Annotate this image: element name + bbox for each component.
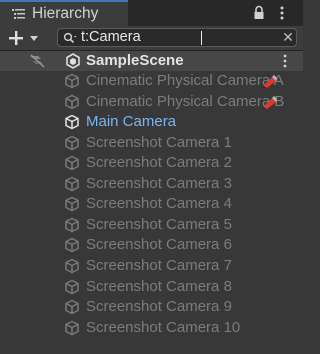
hierarchy-item[interactable]: Cinematic Physical Camera B xyxy=(0,92,303,112)
triangle-down-icon xyxy=(30,36,38,41)
hierarchy-tree: SampleScene Cinematic Physical Camera A … xyxy=(0,51,303,354)
hierarchy-item[interactable]: Screenshot Camera 4 xyxy=(0,194,303,214)
cube-icon xyxy=(65,135,79,150)
hierarchy-item[interactable]: Screenshot Camera 7 xyxy=(0,256,303,276)
hierarchy-item[interactable]: Screenshot Camera 8 xyxy=(0,277,303,297)
hierarchy-item-label: Screenshot Camera 1 xyxy=(86,133,232,151)
kebab-menu-icon[interactable] xyxy=(283,54,287,68)
cube-icon xyxy=(65,155,79,171)
close-icon[interactable]: ✕ xyxy=(281,29,295,46)
kebab-menu-icon[interactable] xyxy=(280,5,284,21)
cube-icon xyxy=(65,94,79,109)
hierarchy-item[interactable]: Screenshot Camera 5 xyxy=(0,215,303,235)
cube-icon xyxy=(65,299,79,315)
create-button[interactable] xyxy=(8,29,48,47)
scene-row[interactable]: SampleScene xyxy=(0,51,303,71)
text-caret xyxy=(201,31,202,45)
cube-icon xyxy=(65,197,79,212)
panel-title: Hierarchy xyxy=(32,5,99,22)
hierarchy-item[interactable]: Screenshot Camera 1 xyxy=(0,133,303,153)
hierarchy-item[interactable]: Cinematic Physical Camera A xyxy=(0,71,303,91)
hierarchy-item[interactable]: Screenshot Camera 6 xyxy=(0,235,303,255)
search-input[interactable]: t:Camera xyxy=(81,28,141,47)
cube-icon xyxy=(65,114,79,130)
hierarchy-item-label: Screenshot Camera 2 xyxy=(86,154,232,172)
unity-logo-icon xyxy=(66,53,80,69)
hierarchy-item[interactable]: Screenshot Camera 3 xyxy=(0,174,303,194)
plus-icon xyxy=(9,31,23,45)
hierarchy-item-label: Screenshot Camera 8 xyxy=(86,277,232,295)
scene-name: SampleScene xyxy=(86,52,184,69)
hierarchy-item[interactable]: Main Camera xyxy=(0,112,303,132)
cube-icon xyxy=(65,217,79,233)
warning-pencil-icon xyxy=(262,75,277,89)
cube-icon xyxy=(65,238,79,253)
hierarchy-item-label: Screenshot Camera 6 xyxy=(86,236,232,254)
search-field[interactable]: t:Camera ✕ xyxy=(57,28,297,47)
hierarchy-list-icon xyxy=(12,9,25,19)
search-icon xyxy=(63,32,77,44)
warning-pencil-icon xyxy=(262,95,277,110)
hierarchy-item[interactable]: Screenshot Camera 10 xyxy=(0,318,303,338)
hierarchy-item[interactable]: Screenshot Camera 2 xyxy=(0,153,303,173)
hierarchy-item-label: Screenshot Camera 7 xyxy=(86,256,232,274)
hierarchy-item[interactable]: Screenshot Camera 9 xyxy=(0,297,303,317)
hierarchy-item-label: Screenshot Camera 5 xyxy=(86,215,232,233)
cube-icon xyxy=(65,258,79,274)
hierarchy-item-label: Screenshot Camera 3 xyxy=(86,174,232,192)
cube-icon xyxy=(65,279,79,294)
hierarchy-item-label: Screenshot Camera 10 xyxy=(86,318,241,336)
tab-bar: Hierarchy xyxy=(0,0,303,26)
hierarchy-item-label: Main Camera xyxy=(86,113,177,131)
tab-hierarchy[interactable]: Hierarchy xyxy=(0,0,128,26)
cube-icon xyxy=(65,320,79,335)
hierarchy-item-label: Screenshot Camera 4 xyxy=(86,195,232,213)
cube-icon xyxy=(65,176,79,191)
cube-icon xyxy=(65,73,79,89)
lock-icon[interactable] xyxy=(253,5,265,20)
scene-visibility-icon[interactable] xyxy=(29,54,45,68)
hierarchy-toolbar: t:Camera ✕ xyxy=(0,26,303,51)
hierarchy-item-label: Screenshot Camera 9 xyxy=(86,298,232,316)
